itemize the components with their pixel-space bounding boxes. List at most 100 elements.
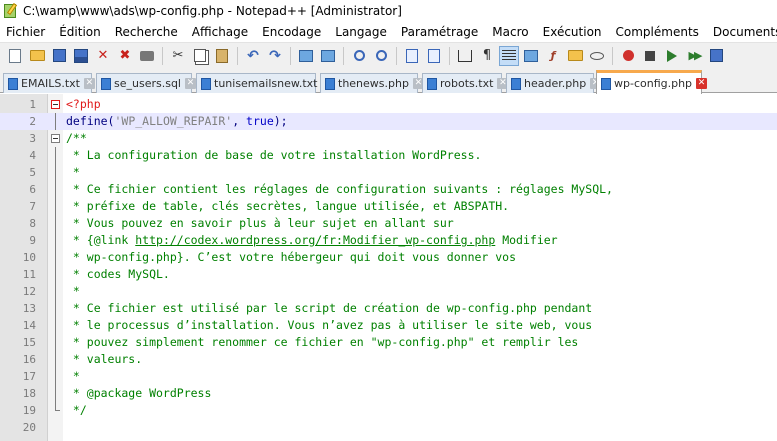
close-button[interactable]: ✕ [94,47,112,65]
fold-toggle-icon[interactable] [51,134,60,143]
line-number: 8 [29,217,36,230]
code-editor[interactable]: 1 <?php 2 define('WP_ALLOW_REPAIR', true); 3… [0,94,777,441]
code-text: * wp-config.php}. C’est votre hébergeur … [66,249,516,266]
code-line[interactable]: 19 */ [0,402,777,419]
code-line[interactable]: 7 * préfixe de table, clés secrètes, lan… [0,198,777,215]
code-line[interactable]: 13 * Ce fichier est utilisé par le scrip… [0,300,777,317]
tab-label: robots.txt [440,77,494,90]
line-number: 12 [22,285,36,298]
code-line[interactable]: 15 * pouvez simplement renommer ce fichi… [0,334,777,351]
save-icon [52,49,66,62]
show-all-chars-button[interactable]: ¶ [478,47,496,65]
close-icon[interactable]: ✕ [696,78,708,89]
comment-text: * La configuration de base de votre inst… [66,148,482,162]
menu-macro[interactable]: Macro [485,23,535,42]
function-list-button[interactable]: ƒ [544,47,562,65]
menu-parametrage[interactable]: Paramétrage [394,23,485,42]
toolbar-separator [162,46,163,65]
codex-link[interactable]: http://codex.wordpress.org/fr:Modifier_w… [135,233,495,247]
code-line[interactable]: 5 * [0,164,777,181]
code-line[interactable]: 8 * Vous pouvez en savoir plus à leur su… [0,215,777,232]
menu-recherche[interactable]: Recherche [108,23,185,42]
code-text: * La configuration de base de votre inst… [66,147,482,164]
new-file-button[interactable] [6,47,24,65]
monitoring-button[interactable] [588,47,606,65]
code-line[interactable]: 20 [0,419,777,436]
code-line[interactable]: 12 * [0,283,777,300]
find-button[interactable] [297,47,315,65]
code-line[interactable]: 11 * codes MySQL. [0,266,777,283]
toolbar-separator [343,46,344,65]
tab-robots-txt[interactable]: robots.txt ✕ [422,73,509,93]
code-line[interactable]: 14 * le processus d’installation. Vous n… [0,317,777,334]
keyword-true: true [246,114,274,128]
code-line[interactable]: 2 define('WP_ALLOW_REPAIR', true); [0,113,777,130]
play-icon [667,49,677,62]
paste-button[interactable] [213,47,231,65]
menu-complements[interactable]: Compléments [609,23,706,42]
tab-label: tunisemailsnew.txt [214,77,318,90]
fold-toggle-icon[interactable] [51,100,60,109]
save-all-button[interactable] [72,47,90,65]
word-wrap-button[interactable] [456,47,474,65]
tab-thenews-php[interactable]: thenews.php ✕ [320,73,424,93]
redo-button[interactable]: ↷ [266,47,284,65]
copy-button[interactable] [191,47,209,65]
code-line[interactable]: 18 * @package WordPress [0,385,777,402]
fold-line-marker [55,164,56,181]
code-line[interactable]: 1 <?php [0,96,777,113]
define-function: define [66,114,108,128]
play-macro-button[interactable] [663,47,681,65]
menu-documents[interactable]: Documents [706,23,777,42]
comment-text: * Ce fichier est utilisé par le script d… [66,301,593,315]
code-line[interactable]: 4 * La configuration de base de votre in… [0,147,777,164]
tab-tunisemailsnew-txt[interactable]: tunisemailsnew.txt ✕ [196,73,333,93]
fold-line-marker [55,385,56,402]
code-line[interactable]: 3 /** [0,130,777,147]
save-macro-button[interactable] [707,47,725,65]
menu-affichage[interactable]: Affichage [185,23,255,42]
run-macro-multiple-button[interactable]: ▶▶ [685,47,703,65]
open-file-button[interactable] [28,47,46,65]
comment-text: * pouvez simplement renommer ce fichier … [66,335,579,349]
toolbar-separator [449,46,450,65]
code-line[interactable]: 17 * [0,368,777,385]
tab-header-php[interactable]: header.php ✕ [506,73,602,93]
comment-text: * [66,284,80,298]
code-text: * le processus d’installation. Vous n’av… [66,317,592,334]
folder-as-workspace-button[interactable] [566,47,584,65]
code-line[interactable]: 10 * wp-config.php}. C’est votre héberge… [0,249,777,266]
indent-guide-button[interactable] [499,45,519,66]
save-button[interactable] [50,47,68,65]
close-icon[interactable]: ✕ [83,78,95,89]
code-line[interactable]: 9 * {@link http://codex.wordpress.org/fr… [0,232,777,249]
document-map-button[interactable] [522,47,540,65]
close-icon[interactable]: ✕ [185,78,196,89]
tab-se-users-sql[interactable]: se_users.sql ✕ [96,73,196,93]
menu-execution[interactable]: Exécution [536,23,609,42]
code-line[interactable]: 6 * Ce fichier contient les réglages de … [0,181,777,198]
line-number: 9 [29,234,36,247]
tab-wp-config-php[interactable]: wp-config.php ✕ [596,70,708,94]
cut-button[interactable]: ✂ [169,47,187,65]
print-button[interactable] [138,47,156,65]
sync-vertical-button[interactable] [403,47,421,65]
tab-label: wp-config.php [614,77,693,90]
menu-langage[interactable]: Langage [328,23,394,42]
zoom-out-icon [375,50,387,61]
undo-button[interactable]: ↶ [244,47,262,65]
menu-fichier[interactable]: Fichier [0,23,52,42]
menu-edition[interactable]: Édition [52,23,108,42]
sync-horizontal-button[interactable] [425,47,443,65]
record-macro-button[interactable] [619,47,637,65]
menu-encodage[interactable]: Encodage [255,23,328,42]
line-number: 1 [29,98,36,111]
stop-record-button[interactable] [641,47,659,65]
zoom-in-button[interactable] [350,47,368,65]
replace-button[interactable] [319,47,337,65]
tab-emails-txt[interactable]: EMAILS.txt ✕ [3,73,95,93]
zoom-out-button[interactable] [372,47,390,65]
code-line[interactable]: 16 * valeurs. [0,351,777,368]
fold-line-marker [55,181,56,198]
close-all-button[interactable]: ✖ [116,47,134,65]
